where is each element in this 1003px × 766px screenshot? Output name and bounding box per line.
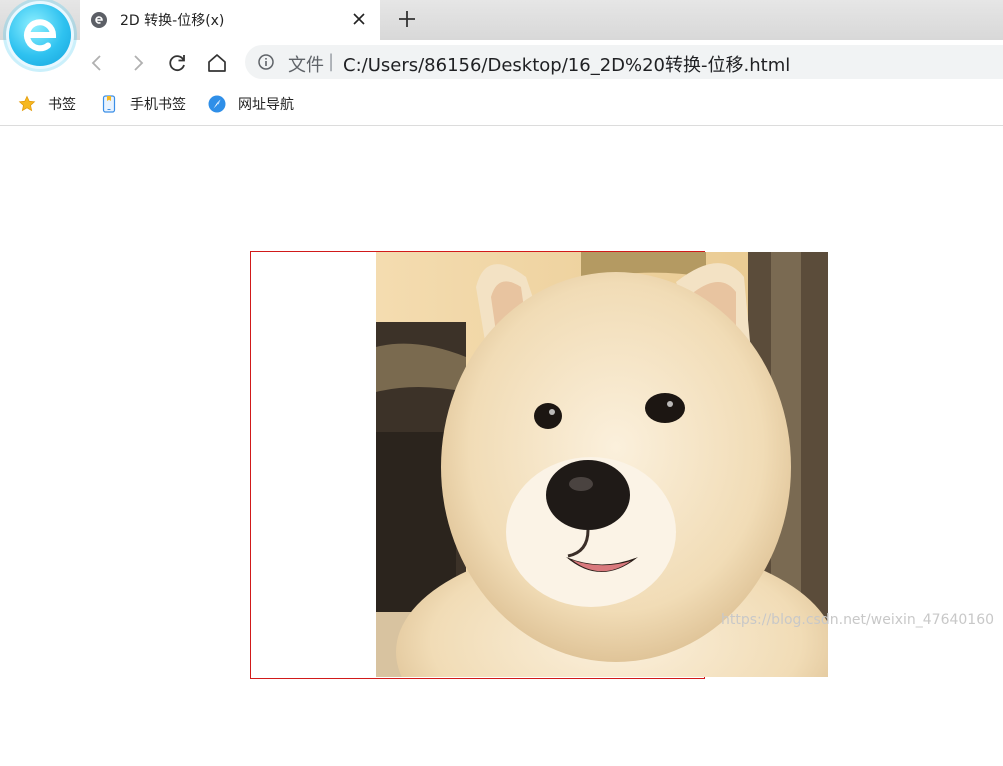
bookmark-label: 网址导航 <box>238 97 294 113</box>
forward-icon[interactable] <box>127 52 149 74</box>
address-separator: | <box>328 51 335 72</box>
address-bar[interactable]: 文件 | C:/Users/86156/Desktop/16_2D%20转换-位… <box>245 45 1003 79</box>
bookmarks-bar: 书签 手机书签 网址导航 <box>0 85 1003 126</box>
watermark-text: https://blog.csdn.net/weixin_47640160 <box>721 612 995 628</box>
active-tab[interactable]: 2D 转换-位移(x) <box>80 0 380 40</box>
back-icon[interactable] <box>86 52 108 74</box>
info-icon[interactable] <box>258 54 274 70</box>
bookmark-label: 书签 <box>48 97 76 113</box>
phone-icon <box>100 95 118 113</box>
page-content <box>0 126 1003 766</box>
home-icon[interactable] <box>206 52 228 74</box>
browser-logo-icon[interactable] <box>9 4 71 66</box>
bookmark-label: 手机书签 <box>130 97 186 113</box>
close-icon[interactable] <box>350 10 368 28</box>
bookmark-item-web-navigation[interactable]: 网址导航 <box>208 93 294 115</box>
plus-icon[interactable] <box>397 9 417 29</box>
bookmark-item-bookmarks[interactable]: 书签 <box>18 93 76 115</box>
toolbar: 文件 | C:/Users/86156/Desktop/16_2D%20转换-位… <box>0 40 1003 85</box>
tab-favicon-icon <box>91 12 107 28</box>
address-scheme-label: 文件 <box>288 55 324 76</box>
star-icon <box>18 95 36 113</box>
compass-icon <box>208 95 226 113</box>
reload-icon[interactable] <box>166 52 188 74</box>
bookmark-item-mobile-bookmarks[interactable]: 手机书签 <box>100 93 186 115</box>
address-url[interactable]: C:/Users/86156/Desktop/16_2D%20转换-位移.htm… <box>343 51 790 77</box>
tab-strip: 2D 转换-位移(x) <box>0 0 1003 40</box>
tab-title: 2D 转换-位移(x) <box>120 13 225 29</box>
